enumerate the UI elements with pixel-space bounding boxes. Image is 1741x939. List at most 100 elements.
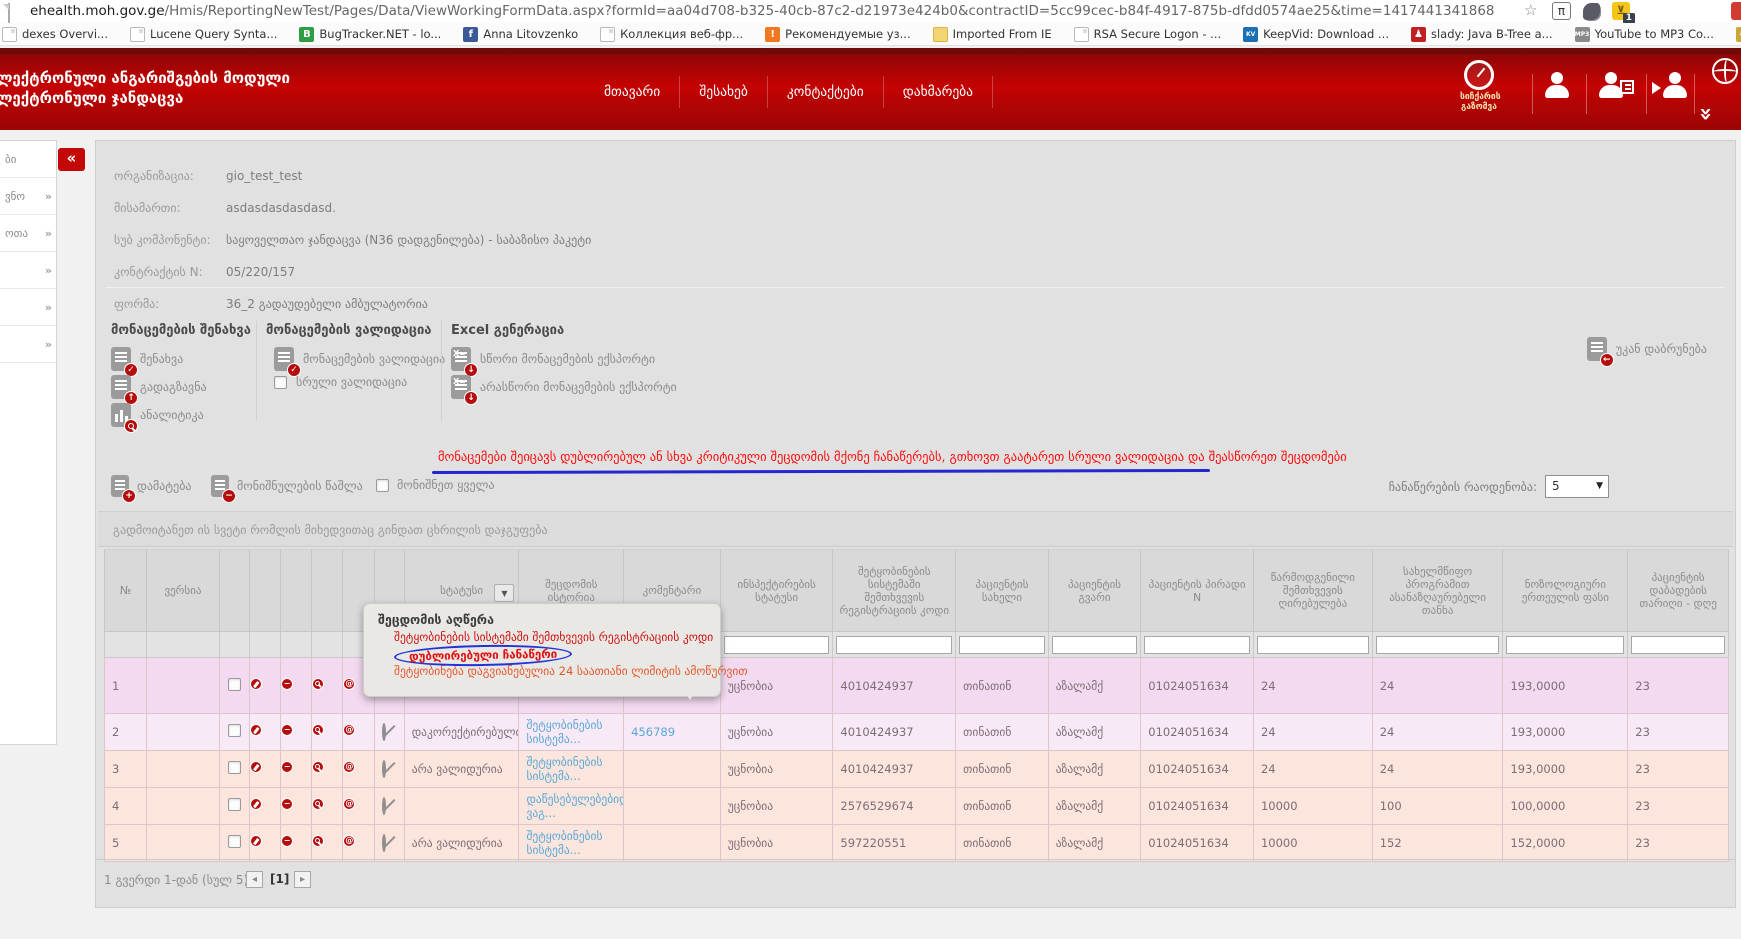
column-header-cost[interactable]: წარმოდგენილი შემთხვევის ღირებულება xyxy=(1253,550,1372,632)
cell-link-comment[interactable]: 456789 xyxy=(631,725,675,739)
filter-input-personal[interactable] xyxy=(1144,636,1250,654)
column-header-ic_view[interactable] xyxy=(312,550,343,632)
back-button[interactable]: ← უკან დაბრუნება xyxy=(1587,337,1707,361)
bookmark-item[interactable]: RSA Secure Logon - ... xyxy=(1074,27,1222,42)
row-checkbox[interactable] xyxy=(228,798,241,811)
column-header-personal[interactable]: პაციენტის პირადი N xyxy=(1141,550,1254,632)
speed-test-widget[interactable]: სიჩქარისგაზომვა xyxy=(1460,60,1498,112)
filter-input-first_name[interactable] xyxy=(959,636,1045,654)
yellow-extension-icon[interactable]: ⊻1 xyxy=(1612,2,1630,20)
bookmark-item[interactable]: KVKeepVid: Download ... xyxy=(1243,27,1389,42)
bookmark-item[interactable]: fAnna Litovzenko xyxy=(463,27,578,42)
user-list-icon[interactable] xyxy=(1596,72,1626,98)
sidebar-item[interactable]: » xyxy=(0,326,56,363)
row-checkbox[interactable] xyxy=(228,761,241,774)
filter-input-inspection[interactable] xyxy=(724,636,830,654)
profile-icon[interactable] xyxy=(1542,72,1572,98)
column-header-check[interactable] xyxy=(219,550,249,632)
bookmark-item[interactable]: BBugTracker.NET - lo... xyxy=(299,27,441,42)
column-header-amount[interactable]: სახელმწიფო პროგრამით ასანაზღაურებელი თან… xyxy=(1372,550,1503,632)
column-header-last_name[interactable]: პაციენტის გვარი xyxy=(1048,550,1141,632)
cell-link-history[interactable]: შეტყობინების სისტემა... xyxy=(526,718,602,746)
next-page-button[interactable]: ▸ xyxy=(294,871,311,888)
nav-item-დახმარება[interactable]: დახმარება xyxy=(883,76,993,108)
column-header-first_name[interactable]: პაციენტის სახელი xyxy=(956,550,1049,632)
bookmark-item[interactable]: Lucene Query Synta... xyxy=(130,27,277,42)
cell-link-history[interactable]: შეტყობინების სისტემა... xyxy=(526,829,602,857)
bookmark-item[interactable]: ❧MongoDB and C# - ... xyxy=(1736,27,1741,42)
pi-extension-icon[interactable]: π xyxy=(1552,2,1571,20)
records-count-select[interactable]: 5 ▼ xyxy=(1545,475,1609,498)
filter-input-price[interactable] xyxy=(1506,636,1624,654)
spider-extension-icon[interactable] xyxy=(1583,3,1600,20)
column-header-code[interactable]: შეტყობინების სისტემაში შემთხვევის რეგისტ… xyxy=(833,550,956,632)
add-record-button[interactable]: + დამატება xyxy=(111,475,192,497)
bookmark-item[interactable]: dexes Overvi... xyxy=(2,27,108,42)
logout-icon[interactable] xyxy=(1660,72,1690,98)
bookmark-item[interactable]: ♟slady: Java B-Tree a... xyxy=(1411,27,1553,42)
nav-item-მთავარი[interactable]: მთავარი xyxy=(585,76,679,108)
status-filter-dropdown-icon[interactable]: ▼ xyxy=(494,584,514,602)
column-header-inspection[interactable]: ინსპექტირების სტატუსი xyxy=(720,550,833,632)
full-validation-checkbox[interactable] xyxy=(274,376,287,389)
cut-extension-icon[interactable] xyxy=(1731,2,1741,20)
section-divider xyxy=(256,321,257,421)
select-all-checkbox[interactable] xyxy=(376,479,389,492)
app-title-line1: ელექტრონული ანგარიშგების მოდული xyxy=(0,68,290,88)
cell-ic_view xyxy=(312,658,343,714)
cell-link-history[interactable]: შეტყობინების სისტემა... xyxy=(526,755,602,783)
filter-input-cost[interactable] xyxy=(1257,636,1369,654)
select-all-control[interactable]: მონიშნეთ ყველა xyxy=(376,478,495,492)
collapse-header-icon[interactable]: » xyxy=(1693,107,1718,118)
column-header-ic_delete[interactable] xyxy=(281,550,312,632)
toolbar-button[interactable]: ↑გადაგზავნა xyxy=(111,375,207,399)
filter-input-birth_day[interactable] xyxy=(1631,636,1725,654)
nav-item-შესახებ[interactable]: შესახებ xyxy=(679,76,767,108)
prev-page-button[interactable]: ◂ xyxy=(246,871,263,888)
toolbar-button[interactable]: ანალიტიკა xyxy=(111,403,204,427)
void-icon[interactable] xyxy=(382,834,386,852)
row-checkbox[interactable] xyxy=(228,678,241,691)
row-checkbox[interactable] xyxy=(228,724,241,737)
sidebar-collapse-button[interactable]: « xyxy=(58,148,85,171)
row-checkbox[interactable] xyxy=(228,835,241,848)
filter-input-code[interactable] xyxy=(836,636,952,654)
toolbar-button[interactable]: ✓შენახვა xyxy=(111,347,183,371)
void-icon[interactable] xyxy=(382,723,386,741)
chevron-down-icon: ▼ xyxy=(1596,476,1603,497)
column-header-num[interactable]: № xyxy=(105,550,147,632)
sidebar-item[interactable]: ვნო» xyxy=(0,178,56,215)
badge-glyph: − xyxy=(281,678,293,690)
current-page[interactable]: [1] xyxy=(270,872,289,886)
bookmark-item[interactable]: Коллекция веб-фр... xyxy=(600,27,743,42)
column-header-version[interactable]: ვერსია xyxy=(147,550,219,632)
sidebar-item[interactable]: » xyxy=(0,252,56,289)
bookmark-item[interactable]: !Рекомендуемые уз... xyxy=(765,27,910,42)
browser-url-bar[interactable]: ehealth.moh.gov.ge/Hmis/ReportingNewTest… xyxy=(0,0,1741,23)
language-globe-icon[interactable] xyxy=(1712,58,1738,84)
delete-selected-button[interactable]: − მონიშნულების წაშლა xyxy=(211,475,363,497)
column-header-price[interactable]: ნოზოლოგიური ერთეულის ფასი xyxy=(1503,550,1628,632)
bookmark-star-icon[interactable]: ☆ xyxy=(1524,1,1537,19)
void-icon[interactable] xyxy=(382,797,386,815)
chart-magnifier-icon xyxy=(111,403,131,427)
filter-input-amount[interactable] xyxy=(1376,636,1500,654)
bookmark-item[interactable]: Imported From IE xyxy=(933,27,1052,42)
cell-ic_void xyxy=(374,788,404,825)
filter-input-last_name[interactable] xyxy=(1052,636,1138,654)
sidebar-item[interactable]: ოთა» xyxy=(0,215,56,252)
sidebar-item[interactable]: ბი xyxy=(0,141,56,178)
toolbar-button[interactable]: X=↓არასწორი მონაცემების ექსპორტი xyxy=(451,375,677,399)
cell-amount: 100 xyxy=(1372,788,1503,825)
cell-link-history[interactable]: დაწესებულებებიდან ვაგ... xyxy=(526,792,623,820)
column-header-ic_edit[interactable] xyxy=(249,550,280,632)
nav-item-კონტაქტები[interactable]: კონტაქტები xyxy=(767,76,883,108)
toolbar-button[interactable]: X=↓სწორი მონაცემების ექსპორტი xyxy=(451,347,655,371)
column-header-birth_day[interactable]: პაციენტის დაბადების თარიღი - დღე xyxy=(1628,550,1729,632)
url-text[interactable]: ehealth.moh.gov.ge/Hmis/ReportingNewTest… xyxy=(30,3,1495,19)
toolbar-button[interactable]: ✓მონაცემების ვალიდაცია xyxy=(274,347,445,371)
full-validation-toggle[interactable]: სრული ვალიდაცია xyxy=(274,375,407,389)
sidebar-item[interactable]: » xyxy=(0,289,56,326)
void-icon[interactable] xyxy=(382,760,386,778)
bookmark-item[interactable]: MP3YouTube to MP3 Co... xyxy=(1575,27,1714,42)
